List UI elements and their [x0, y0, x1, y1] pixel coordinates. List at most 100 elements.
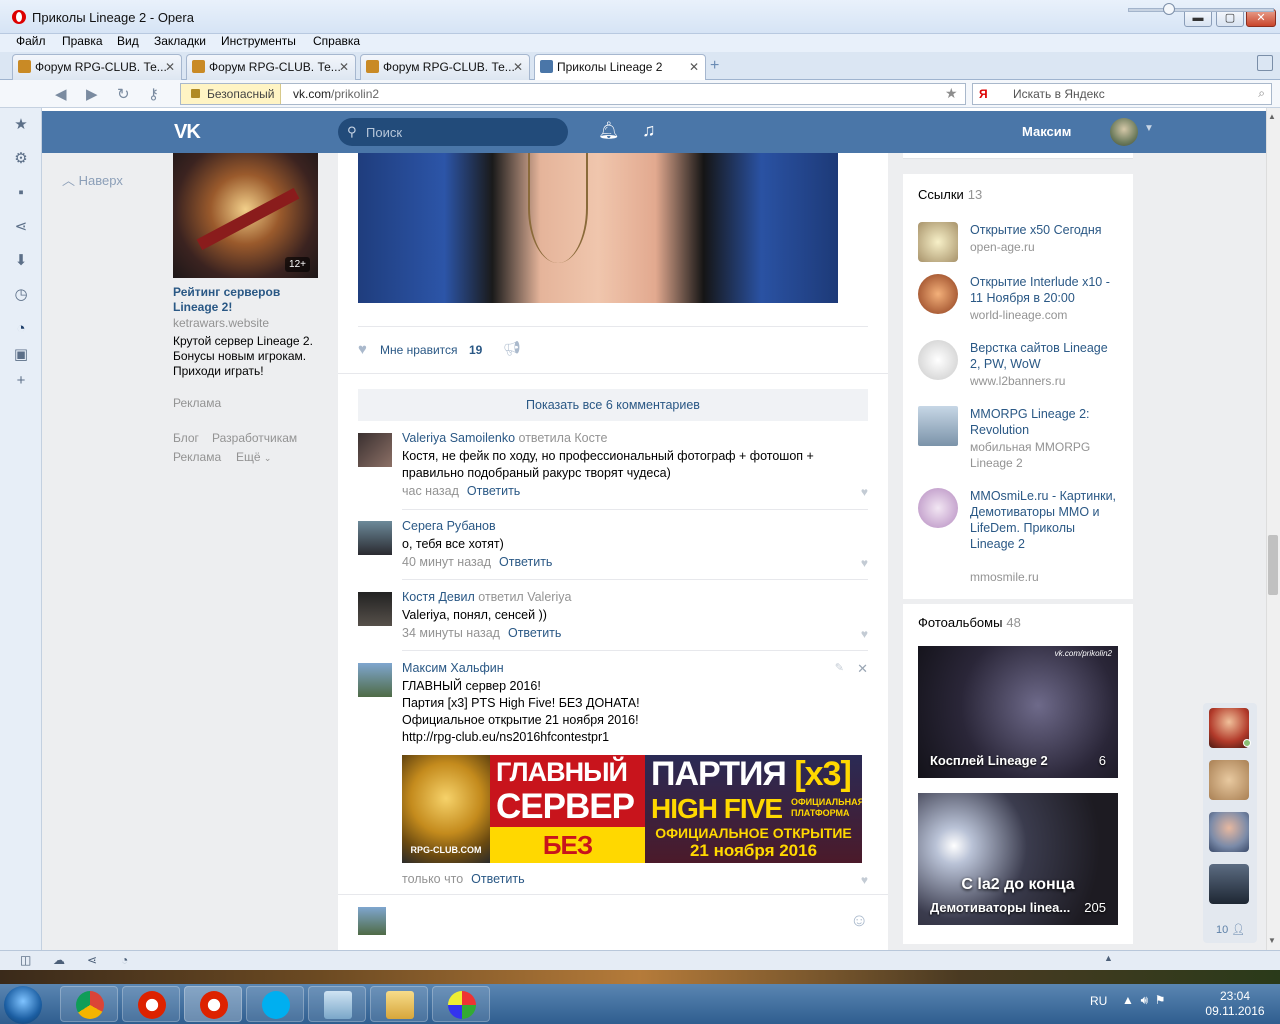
- security-badge[interactable]: Безопасный: [181, 84, 281, 104]
- vk-search-input[interactable]: ⚲ Поиск: [338, 118, 568, 146]
- comment-like-heart-icon[interactable]: ♥: [861, 627, 868, 641]
- footer-ads-link[interactable]: Реклама: [173, 450, 221, 464]
- menu-view[interactable]: Вид: [117, 34, 139, 48]
- cloud-icon[interactable]: ☁: [53, 953, 65, 967]
- trash-icon[interactable]: [1257, 55, 1273, 71]
- like-button[interactable]: Мне нравится: [380, 343, 458, 357]
- downloads-icon[interactable]: ⬇: [13, 253, 29, 269]
- comment-author[interactable]: Костя Девил ответил Valeriya: [402, 590, 571, 604]
- tray-clock[interactable]: 23:04 09.11.2016: [1200, 989, 1270, 1019]
- ad-image[interactable]: 12+: [173, 153, 318, 278]
- links-header[interactable]: Ссылки 13: [918, 187, 982, 202]
- speed-dial-icon[interactable]: ▣: [13, 347, 29, 363]
- comment-author-name[interactable]: Максим Хальфин: [402, 661, 504, 675]
- bookmarks-star-icon[interactable]: ★: [13, 117, 29, 133]
- tray-arrow-icon[interactable]: ▲: [1122, 993, 1134, 1007]
- comment-avatar[interactable]: [358, 433, 392, 467]
- taskbar-chrome[interactable]: [60, 986, 118, 1022]
- comment-author[interactable]: Максим Хальфин: [402, 661, 504, 675]
- scrollbar-thumb[interactable]: [1268, 535, 1278, 595]
- heart-icon[interactable]: ♥: [358, 341, 367, 358]
- link-title[interactable]: Верстка сайтов Lineage 2, PW, WoW: [970, 340, 1120, 372]
- comment-like-heart-icon[interactable]: ♥: [861, 556, 868, 570]
- tab-close-icon[interactable]: ✕: [339, 60, 349, 74]
- search-icon[interactable]: ⌕: [1258, 86, 1265, 101]
- my-avatar[interactable]: [358, 907, 386, 935]
- address-bar[interactable]: Безопасный vk.com/prikolin2 ★: [180, 83, 966, 105]
- share-icon[interactable]: ⋖: [13, 219, 29, 235]
- comment-link[interactable]: http://rpg-club.eu/ns2016hfcontestpr1: [402, 729, 842, 746]
- unite-icon[interactable]: ◔: [13, 321, 29, 337]
- friend-avatar[interactable]: [1209, 864, 1249, 904]
- link-title[interactable]: Открытие Interlude x10 - 11 Ноября в 20:…: [970, 274, 1120, 306]
- comment-like-heart-icon[interactable]: ♥: [861, 873, 868, 887]
- tray-icons[interactable]: ▲ 🔊︎ ⚑: [1122, 993, 1166, 1008]
- notifications-bell-icon[interactable]: 🔔︎: [598, 121, 620, 141]
- comment-avatar[interactable]: [358, 521, 392, 555]
- post-photo[interactable]: [358, 153, 838, 303]
- menu-tools[interactable]: Инструменты: [221, 34, 296, 48]
- comment-time[interactable]: только что: [402, 872, 463, 886]
- new-tab-button[interactable]: +: [710, 57, 719, 75]
- edit-pencil-icon[interactable]: ✎: [835, 661, 844, 674]
- user-avatar[interactable]: [1110, 118, 1138, 146]
- add-panel-icon[interactable]: +: [13, 373, 29, 389]
- taskbar-explorer[interactable]: [370, 986, 428, 1022]
- tab-forum-1[interactable]: Форум RPG-CLUB. Те... ✕: [12, 54, 182, 80]
- notes-icon[interactable]: ▪: [13, 185, 29, 201]
- comment-time[interactable]: 40 минут назад: [402, 555, 491, 569]
- ad-title[interactable]: Рейтинг серверов Lineage 2!: [173, 285, 323, 315]
- comment-avatar[interactable]: [358, 663, 392, 697]
- taskbar-opera[interactable]: [122, 986, 180, 1022]
- comment-author[interactable]: Серега Рубанов: [402, 519, 496, 533]
- user-name[interactable]: Максим: [1022, 124, 1071, 139]
- network-icon[interactable]: ⚑: [1155, 993, 1166, 1007]
- music-note-icon[interactable]: ♫: [642, 120, 656, 141]
- taskbar-opera-active[interactable]: [184, 986, 242, 1022]
- bookmark-star-icon[interactable]: ★: [945, 85, 958, 102]
- share-megaphone-icon[interactable]: 📢︎: [503, 340, 521, 357]
- tab-prikoly-active[interactable]: Приколы Lineage 2 ✕: [534, 54, 706, 81]
- footer-more-link[interactable]: Ещё ⌄: [236, 450, 271, 464]
- reply-link[interactable]: Ответить: [467, 484, 520, 498]
- url-text[interactable]: vk.com/prikolin2: [293, 87, 379, 101]
- reply-link[interactable]: Ответить: [499, 555, 552, 569]
- zoom-up-icon[interactable]: ▲: [1104, 953, 1113, 963]
- reply-link[interactable]: Ответить: [471, 872, 524, 886]
- friends-count[interactable]: 10 👤︎: [1216, 923, 1245, 936]
- language-indicator[interactable]: RU: [1090, 994, 1107, 1008]
- back-icon[interactable]: ◀: [55, 85, 67, 103]
- comment-author-name[interactable]: Valeriya Samoilenko: [402, 431, 515, 445]
- history-clock-icon[interactable]: ◷: [13, 287, 29, 303]
- search-field[interactable]: Я Искать в Яндекс ⌕: [972, 83, 1272, 105]
- link-title[interactable]: MMORPG Lineage 2: Revolution: [970, 406, 1120, 438]
- rpg-club-banner-image[interactable]: RPG-CLUB.COM ГЛАВНЫЙ СЕРВЕР БЕЗ ДОНАТА П…: [402, 755, 862, 863]
- comment-like-heart-icon[interactable]: ♥: [861, 485, 868, 499]
- comment-author-name[interactable]: Костя Девил: [402, 590, 475, 604]
- footer-dev-link[interactable]: Разработчикам: [212, 431, 297, 445]
- albums-header[interactable]: Фотоальбомы 48: [918, 615, 1021, 630]
- taskbar-notepad[interactable]: [308, 986, 366, 1022]
- key-icon[interactable]: ⚷: [148, 85, 159, 103]
- footer-blog-link[interactable]: Блог: [173, 431, 199, 445]
- tab-close-icon[interactable]: ✕: [165, 60, 175, 74]
- forward-icon[interactable]: ▶: [86, 85, 98, 103]
- zoom-slider-knob[interactable]: [1163, 3, 1175, 15]
- scroll-down-arrow-icon[interactable]: ▼: [1268, 936, 1276, 945]
- link-title[interactable]: MMOsmiLe.ru - Картинки, Демотиваторы ММО…: [970, 488, 1120, 552]
- comment-author[interactable]: Valeriya Samoilenko ответила Косте: [402, 431, 607, 445]
- settings-gear-icon[interactable]: ⚙: [13, 151, 29, 167]
- scroll-up-arrow-icon[interactable]: ▲: [1268, 112, 1276, 121]
- album-card[interactable]: vk.com/prikolin2 Косплей Lineage 2 6: [918, 646, 1118, 778]
- page-scrollbar[interactable]: [1266, 108, 1280, 950]
- yandex-icon[interactable]: Я: [979, 87, 988, 101]
- ad-label[interactable]: Реклама: [173, 396, 221, 410]
- chevron-down-icon[interactable]: ▼: [1144, 123, 1154, 134]
- tab-close-icon[interactable]: ✕: [689, 60, 699, 74]
- tab-forum-3[interactable]: Форум RPG-CLUB. Те... ✕: [360, 54, 530, 80]
- tab-forum-2[interactable]: Форум RPG-CLUB. Те... ✕: [186, 54, 356, 80]
- taskbar-skype[interactable]: [246, 986, 304, 1022]
- emoji-smile-icon[interactable]: ☺: [850, 910, 868, 931]
- volume-icon[interactable]: 🔊︎: [1141, 993, 1149, 1007]
- zoom-slider[interactable]: [1128, 8, 1274, 12]
